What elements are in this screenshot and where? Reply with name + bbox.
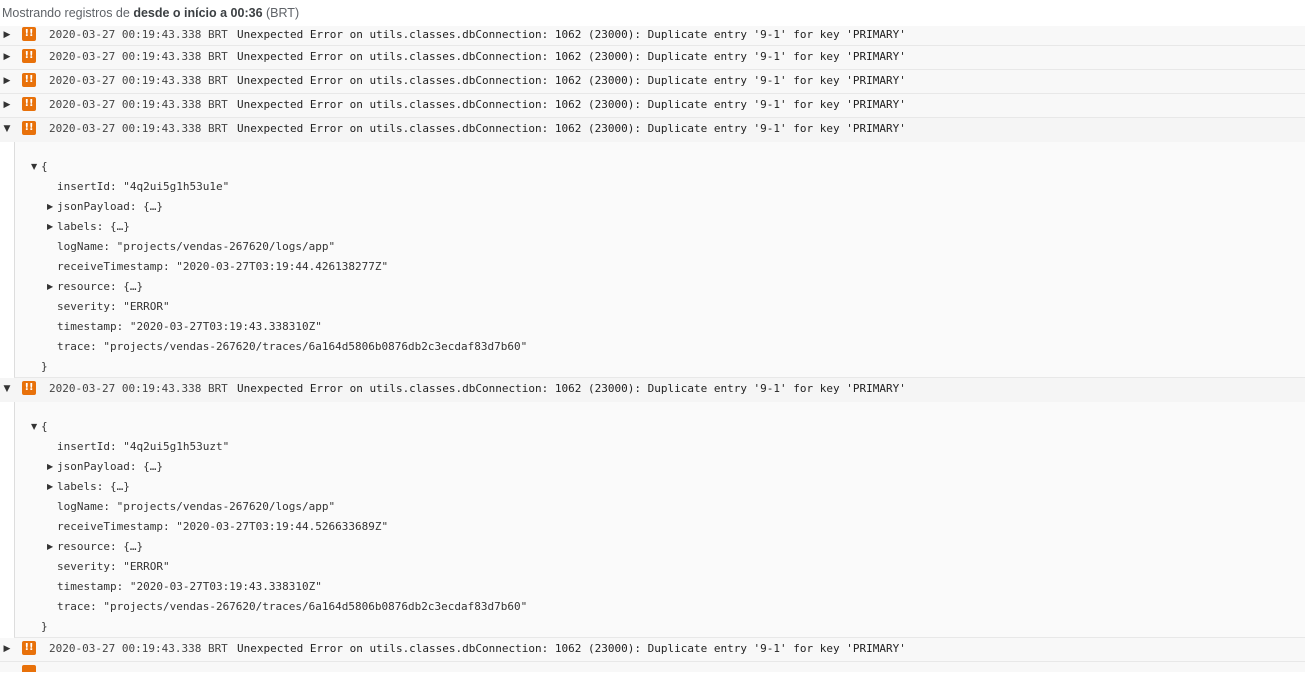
error-severity-icon: !! bbox=[22, 641, 36, 655]
json-field-timestamp: timestamp: "2020-03-27T03:19:43.338310Z" bbox=[15, 577, 1305, 597]
json-field-text: insertId: "4q2ui5g1h53uzt" bbox=[57, 440, 230, 453]
log-entry-timestamp: 2020-03-27 00:19:43.338 BRT bbox=[49, 98, 228, 111]
json-field-timestamp: timestamp: "2020-03-27T03:19:43.338310Z" bbox=[15, 317, 1305, 337]
results-range-text: Mostrando registros de desde o início a … bbox=[2, 6, 299, 20]
caret-down-icon[interactable]: ▼ bbox=[31, 417, 37, 437]
json-field-text: labels: {…} bbox=[57, 220, 130, 233]
json-field-text: timestamp: "2020-03-27T03:19:43.338310Z" bbox=[57, 320, 322, 333]
json-open-line[interactable]: ▼ { bbox=[15, 157, 1305, 177]
log-entry-message: Unexpected Error on utils.classes.dbConn… bbox=[237, 50, 906, 63]
caret-down-icon[interactable]: ▼ bbox=[31, 157, 37, 177]
json-field-text: jsonPayload: {…} bbox=[57, 200, 163, 213]
log-entry-detail: ▼ { insertId: "4q2ui5g1h53u1e" ▶ jsonPay… bbox=[14, 142, 1305, 378]
json-field-text: logName: "projects/vendas-267620/logs/ap… bbox=[57, 500, 336, 513]
error-severity-icon: !! bbox=[22, 73, 36, 87]
log-entry-message: Unexpected Error on utils.classes.dbConn… bbox=[237, 642, 906, 655]
json-field-text: severity: "ERROR" bbox=[57, 560, 170, 573]
json-field-labels[interactable]: ▶ labels: {…} bbox=[15, 477, 1305, 497]
json-field-text: severity: "ERROR" bbox=[57, 300, 170, 313]
json-field-text: insertId: "4q2ui5g1h53u1e" bbox=[57, 180, 230, 193]
log-entry-row[interactable]: ▶ !! 2020-03-27 00:19:43.338 BRT Unexpec… bbox=[0, 70, 1305, 94]
json-field-receiveTimestamp: receiveTimestamp: "2020-03-27T03:19:44.4… bbox=[15, 257, 1305, 277]
log-entry-detail: ▼ { insertId: "4q2ui5g1h53uzt" ▶ jsonPay… bbox=[14, 402, 1305, 638]
json-close-line: } bbox=[15, 617, 1305, 637]
log-entry-row[interactable]: ▶ !! 2020-03-27 00:19:43.338 BRT Unexpec… bbox=[0, 638, 1305, 662]
json-field-receiveTimestamp: receiveTimestamp: "2020-03-27T03:19:44.5… bbox=[15, 517, 1305, 537]
log-entry-message: Unexpected Error on utils.classes.dbConn… bbox=[237, 28, 906, 41]
caret-right-icon[interactable]: ▶ bbox=[47, 277, 53, 297]
caret-down-icon[interactable]: ▼ bbox=[2, 123, 12, 135]
caret-right-icon[interactable]: ▶ bbox=[2, 75, 12, 87]
json-field-logName: logName: "projects/vendas-267620/logs/ap… bbox=[15, 497, 1305, 517]
caret-right-icon[interactable]: ▶ bbox=[47, 477, 53, 497]
json-field-severity: severity: "ERROR" bbox=[15, 297, 1305, 317]
log-entry-row-expanded[interactable]: ▼ !! 2020-03-27 00:19:43.338 BRT Unexpec… bbox=[0, 118, 1305, 142]
json-close-line: } bbox=[15, 357, 1305, 377]
json-open-brace: { bbox=[41, 160, 48, 173]
json-field-text: trace: "projects/vendas-267620/traces/6a… bbox=[57, 340, 528, 353]
caret-right-icon[interactable]: ▶ bbox=[2, 99, 12, 111]
json-field-jsonPayload[interactable]: ▶ jsonPayload: {…} bbox=[15, 197, 1305, 217]
json-field-text: resource: {…} bbox=[57, 280, 144, 293]
json-field-trace: trace: "projects/vendas-267620/traces/6a… bbox=[15, 597, 1305, 617]
json-open-brace: { bbox=[41, 420, 48, 433]
error-severity-icon: !! bbox=[22, 121, 36, 135]
log-entry-row-expanded[interactable]: ▼ !! 2020-03-27 00:19:43.338 BRT Unexpec… bbox=[0, 378, 1305, 402]
json-field-resource[interactable]: ▶ resource: {…} bbox=[15, 277, 1305, 297]
caret-right-icon[interactable]: ▶ bbox=[47, 537, 53, 557]
json-field-labels[interactable]: ▶ labels: {…} bbox=[15, 217, 1305, 237]
caret-right-icon[interactable]: ▶ bbox=[2, 29, 12, 41]
log-entry-timestamp: 2020-03-27 00:19:43.338 BRT bbox=[49, 28, 228, 41]
error-severity-icon: !! bbox=[22, 381, 36, 395]
header-prefix: Mostrando registros de bbox=[2, 6, 134, 20]
error-severity-icon: !! bbox=[22, 49, 36, 63]
log-entry-row[interactable]: ▶ !! 2020-03-27 00:19:43.338 BRT Unexpec… bbox=[0, 94, 1305, 118]
error-severity-icon: !! bbox=[22, 27, 36, 41]
caret-right-icon[interactable]: ▶ bbox=[47, 457, 53, 477]
header-suffix: (BRT) bbox=[262, 6, 300, 20]
caret-right-icon[interactable]: ▶ bbox=[2, 51, 12, 63]
results-header: Mostrando registros de desde o início a … bbox=[0, 0, 1305, 27]
json-field-text: logName: "projects/vendas-267620/logs/ap… bbox=[57, 240, 336, 253]
json-field-severity: severity: "ERROR" bbox=[15, 557, 1305, 577]
log-entry-message: Unexpected Error on utils.classes.dbConn… bbox=[237, 74, 906, 87]
log-entry-timestamp: 2020-03-27 00:19:43.338 BRT bbox=[49, 382, 228, 395]
json-field-trace: trace: "projects/vendas-267620/traces/6a… bbox=[15, 337, 1305, 357]
error-severity-icon bbox=[22, 665, 36, 672]
caret-down-icon[interactable]: ▼ bbox=[2, 383, 12, 395]
json-field-text: labels: {…} bbox=[57, 480, 130, 493]
log-entry-message: Unexpected Error on utils.classes.dbConn… bbox=[237, 382, 906, 395]
log-entries-list: ▶ !! 2020-03-27 00:19:43.338 BRT Unexpec… bbox=[0, 26, 1305, 672]
json-field-insertId: insertId: "4q2ui5g1h53uzt" bbox=[15, 437, 1305, 457]
error-severity-icon: !! bbox=[22, 97, 36, 111]
log-entry-timestamp: 2020-03-27 00:19:43.338 BRT bbox=[49, 74, 228, 87]
json-field-resource[interactable]: ▶ resource: {…} bbox=[15, 537, 1305, 557]
log-entry-row[interactable]: ▶ !! 2020-03-27 00:19:43.338 BRT Unexpec… bbox=[0, 46, 1305, 70]
json-open-line[interactable]: ▼ { bbox=[15, 417, 1305, 437]
log-entry-message: Unexpected Error on utils.classes.dbConn… bbox=[237, 122, 906, 135]
log-entry-row[interactable]: ▶ !! 2020-03-27 00:19:43.338 BRT Unexpec… bbox=[0, 26, 1305, 46]
json-field-text: receiveTimestamp: "2020-03-27T03:19:44.5… bbox=[57, 520, 389, 533]
json-field-insertId: insertId: "4q2ui5g1h53u1e" bbox=[15, 177, 1305, 197]
json-field-text: jsonPayload: {…} bbox=[57, 460, 163, 473]
json-field-text: receiveTimestamp: "2020-03-27T03:19:44.4… bbox=[57, 260, 389, 273]
json-field-jsonPayload[interactable]: ▶ jsonPayload: {…} bbox=[15, 457, 1305, 477]
log-entry-timestamp: 2020-03-27 00:19:43.338 BRT bbox=[49, 50, 228, 63]
json-close-brace: } bbox=[41, 360, 48, 373]
json-close-brace: } bbox=[41, 620, 48, 633]
caret-right-icon[interactable]: ▶ bbox=[47, 197, 53, 217]
json-field-text: trace: "projects/vendas-267620/traces/6a… bbox=[57, 600, 528, 613]
json-field-text: resource: {…} bbox=[57, 540, 144, 553]
log-entry-timestamp: 2020-03-27 00:19:43.338 BRT bbox=[49, 642, 228, 655]
log-entry-row-partial[interactable] bbox=[0, 662, 1305, 672]
caret-right-icon[interactable]: ▶ bbox=[2, 643, 12, 655]
json-field-text: timestamp: "2020-03-27T03:19:43.338310Z" bbox=[57, 580, 322, 593]
header-range: desde o início a 00:36 bbox=[133, 6, 263, 20]
log-entry-timestamp: 2020-03-27 00:19:43.338 BRT bbox=[49, 122, 228, 135]
caret-right-icon[interactable]: ▶ bbox=[47, 217, 53, 237]
log-entry-message: Unexpected Error on utils.classes.dbConn… bbox=[237, 98, 906, 111]
json-field-logName: logName: "projects/vendas-267620/logs/ap… bbox=[15, 237, 1305, 257]
